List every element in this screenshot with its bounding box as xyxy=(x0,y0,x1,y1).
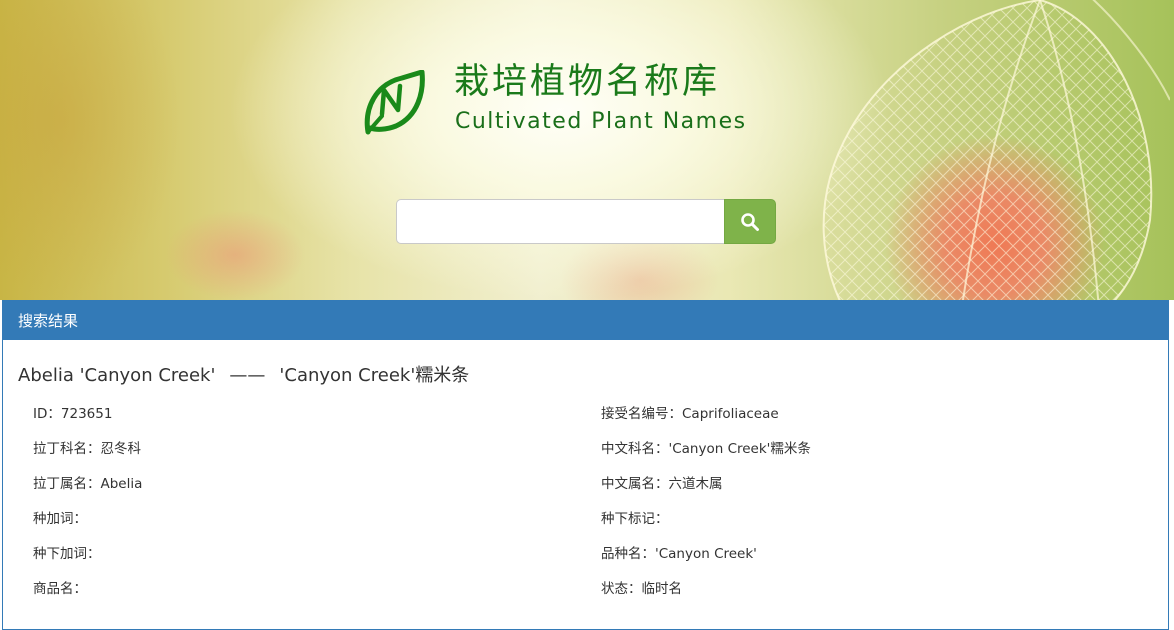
search-input[interactable] xyxy=(396,199,724,244)
field-label: 接受名编号： xyxy=(601,406,682,422)
field-infraspecific-epithet: 种下加词： xyxy=(33,542,101,562)
field-label: 商品名： xyxy=(33,581,87,597)
field-value: 忍冬科 xyxy=(100,441,142,457)
field-chinese-family: 中文科名：'Canyon Creek'糯米条 xyxy=(601,437,811,457)
panel-heading: 搜索结果 xyxy=(3,301,1168,340)
result-chinese-name[interactable]: 'Canyon Creek'糯米条 xyxy=(279,365,469,386)
site-title-chinese: 栽培植物名称库 xyxy=(454,62,721,102)
search-bar xyxy=(396,199,776,244)
physalis-husk-illustration xyxy=(822,0,1170,300)
header-banner: 栽培植物名称库 Cultivated Plant Names xyxy=(0,0,1174,300)
field-latin-family: 拉丁科名：忍冬科 xyxy=(33,437,141,457)
field-value: Caprifoliaceae xyxy=(682,406,779,422)
field-label: 中文属名： xyxy=(601,476,669,492)
field-accepted-name-id: 接受名编号：Caprifoliaceae xyxy=(601,402,779,422)
field-value: Abelia xyxy=(100,476,143,492)
search-icon xyxy=(741,212,759,231)
field-trade-name: 商品名： xyxy=(33,577,87,597)
field-value: 'Canyon Creek'糯米条 xyxy=(668,441,811,457)
site-title-english: Cultivated Plant Names xyxy=(455,109,747,134)
field-label: 种下加词： xyxy=(33,546,101,562)
field-value: 723651 xyxy=(60,406,113,422)
search-results-panel: 搜索结果 Abelia 'Canyon Creek' —— 'Canyon Cree… xyxy=(2,300,1169,630)
field-species-epithet: 种加词： xyxy=(33,507,87,527)
field-label: 拉丁属名： xyxy=(33,476,101,492)
field-value: 'Canyon Creek' xyxy=(655,546,757,562)
field-value: 临时名 xyxy=(641,581,683,597)
field-label: 种加词： xyxy=(33,511,87,527)
search-button[interactable] xyxy=(724,199,776,244)
leaf-n-logo-icon xyxy=(364,70,425,135)
result-title: Abelia 'Canyon Creek' —— 'Canyon Creek'糯米条 xyxy=(18,361,469,387)
field-chinese-genus: 中文属名：六道木属 xyxy=(601,472,723,492)
field-label: 种下标记： xyxy=(601,511,669,527)
field-label: 拉丁科名： xyxy=(33,441,101,457)
result-latin-name[interactable]: Abelia 'Canyon Creek' xyxy=(18,365,215,386)
field-value: 六道木属 xyxy=(668,476,723,492)
field-label: ID： xyxy=(33,406,61,422)
result-separator: —— xyxy=(229,365,266,386)
field-label: 状态： xyxy=(601,581,642,597)
field-latin-genus: 拉丁属名：Abelia xyxy=(33,472,142,492)
field-label: 品种名： xyxy=(601,546,655,562)
field-infraspecific-rank: 种下标记： xyxy=(601,507,669,527)
field-status: 状态：临时名 xyxy=(601,577,682,597)
field-label: 中文科名： xyxy=(601,441,669,457)
field-id: ID：723651 xyxy=(33,402,112,422)
field-cultivar-name: 品种名：'Canyon Creek' xyxy=(601,542,757,562)
